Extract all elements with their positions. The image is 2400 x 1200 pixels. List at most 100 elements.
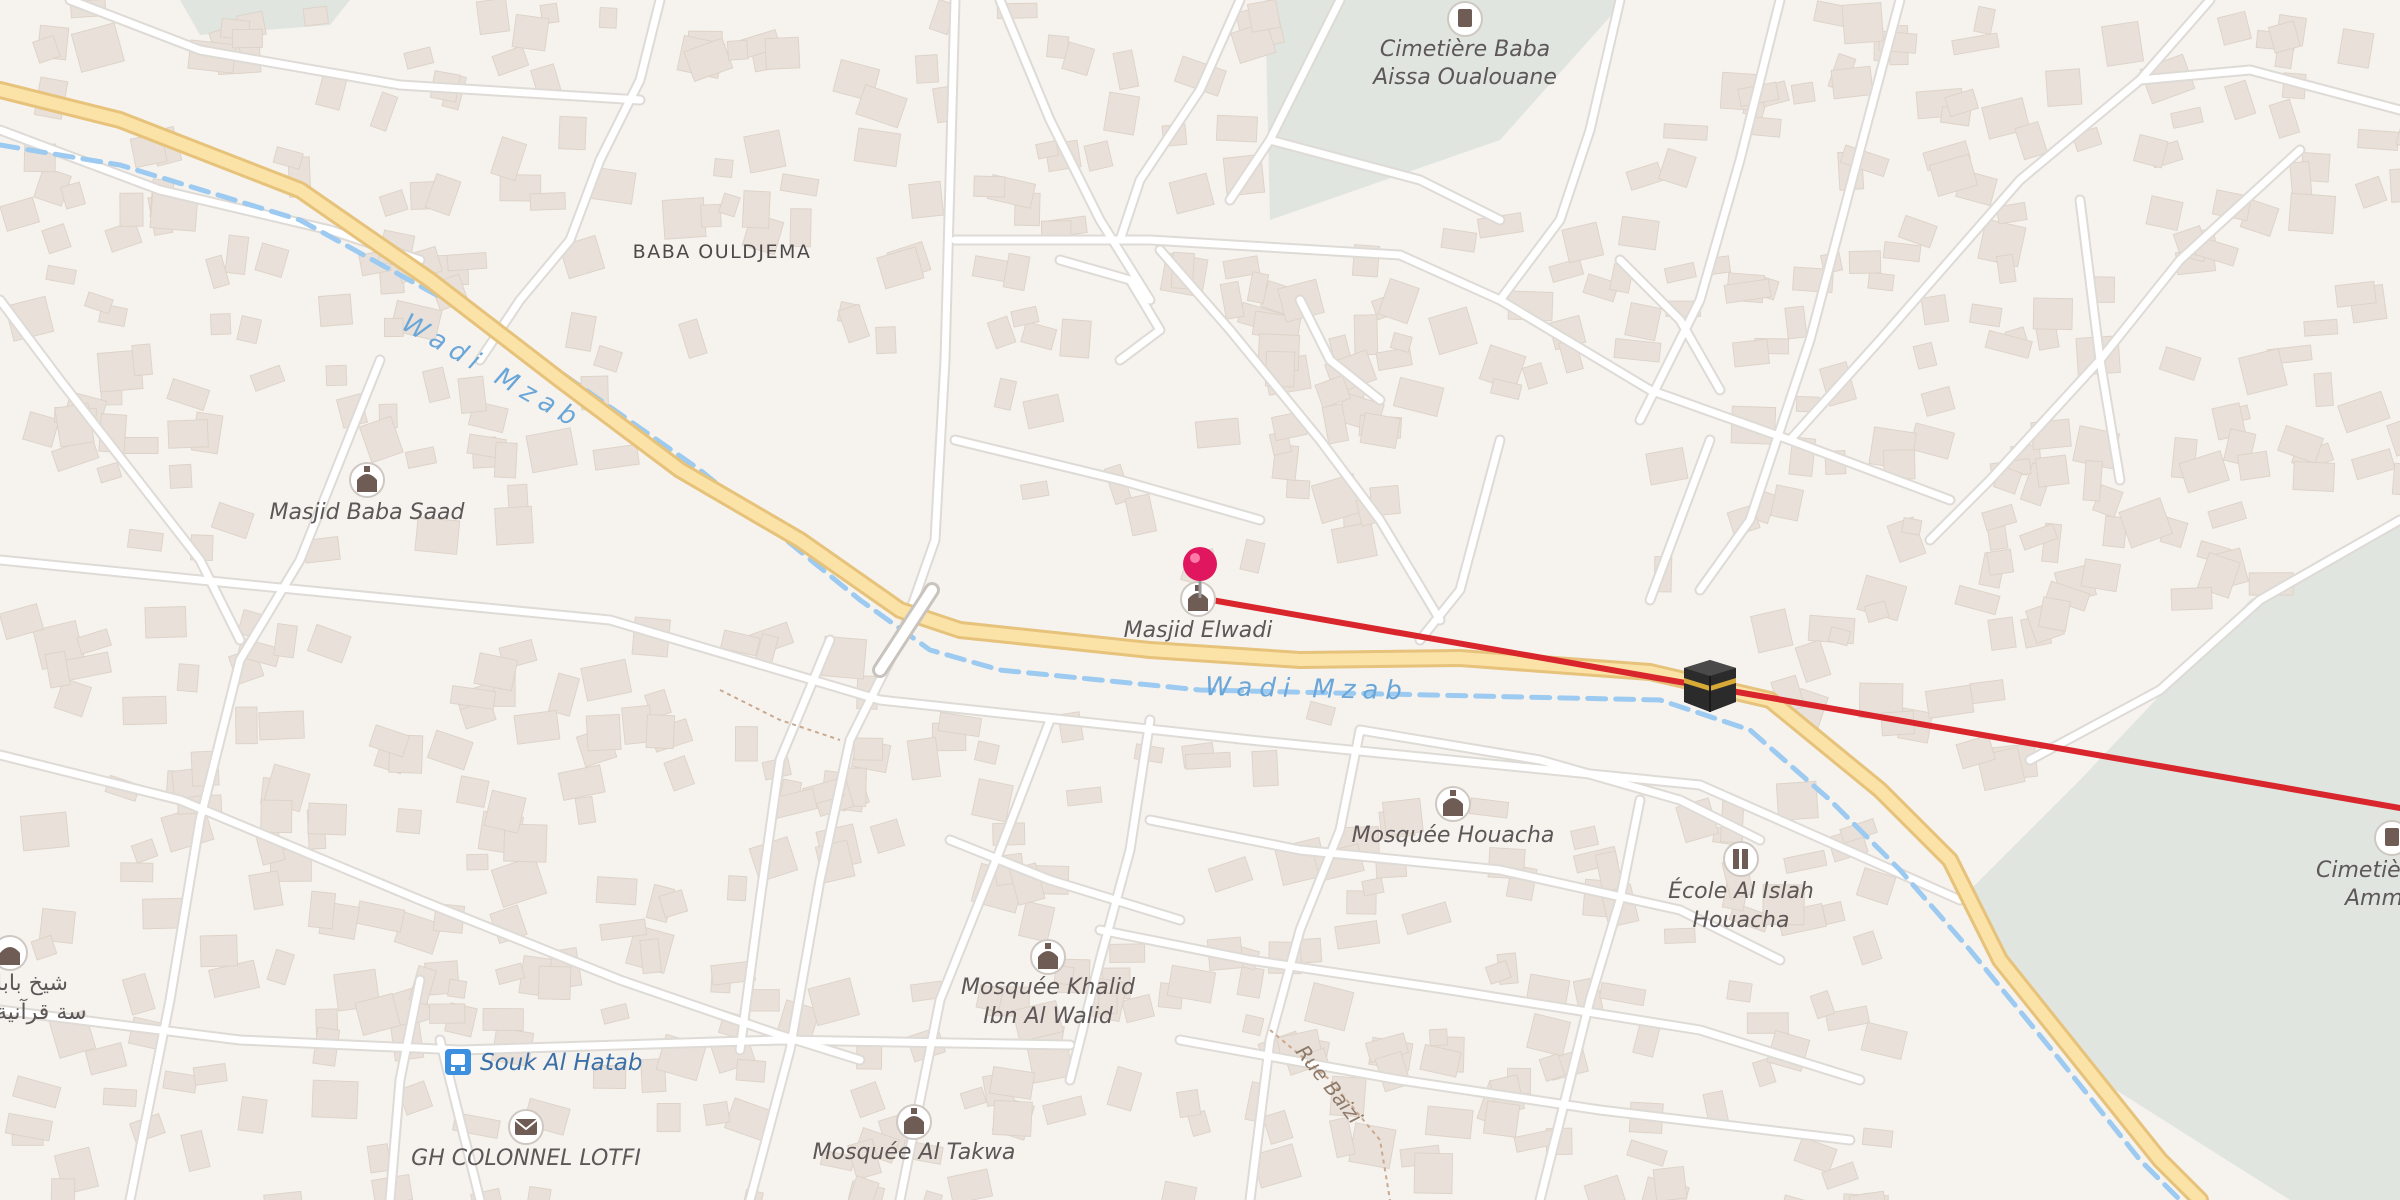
building <box>302 5 330 27</box>
building <box>702 1100 731 1126</box>
kaaba-icon[interactable] <box>1684 660 1736 712</box>
building <box>2034 454 2070 488</box>
poi-label: École Al Islah <box>1668 878 1814 904</box>
building <box>1645 447 1689 486</box>
poi-label: Ammi <box>2343 886 2400 911</box>
poi-label: شيخ بابا <box>0 971 68 996</box>
building <box>317 293 354 327</box>
building <box>537 965 572 1001</box>
building <box>1663 123 1709 141</box>
building <box>992 1099 1033 1137</box>
building <box>19 811 70 852</box>
building <box>1784 305 1808 340</box>
building <box>2236 450 2271 481</box>
building <box>168 463 193 489</box>
building <box>1920 294 1950 326</box>
building <box>1359 412 1401 449</box>
building <box>167 419 209 449</box>
building <box>429 1003 466 1024</box>
building <box>973 740 1000 765</box>
building <box>2337 28 2375 69</box>
building <box>585 713 622 752</box>
poi-label: Masjid Elwadi <box>1124 618 1273 643</box>
building <box>2032 297 2074 331</box>
building <box>2100 20 2145 67</box>
building <box>1652 1165 1688 1200</box>
building <box>574 795 597 825</box>
building <box>558 115 587 151</box>
building <box>1103 91 1141 136</box>
building <box>1924 684 1975 719</box>
building <box>102 1087 138 1108</box>
building <box>734 726 758 762</box>
building <box>1830 65 1874 100</box>
building <box>1769 484 1805 522</box>
building <box>1428 1028 1449 1047</box>
map-canvas[interactable]: BABA OULDJEMA Wadi Mzab Wadi Mzab Rue Ba… <box>0 0 2400 1200</box>
building <box>656 1102 681 1133</box>
building <box>2216 10 2253 46</box>
building <box>661 197 707 240</box>
building <box>121 436 159 455</box>
building <box>396 807 423 835</box>
building <box>1726 980 1753 1003</box>
poi-label: Souk Al Hatab <box>480 1050 642 1076</box>
building <box>1251 749 1279 788</box>
poi-label: Mosquée Al Takwa <box>813 1140 1016 1165</box>
building <box>1348 1122 1397 1170</box>
building <box>2288 192 2337 235</box>
poi-label: Houacha <box>1693 908 1790 933</box>
building <box>1215 114 1258 143</box>
building <box>311 1079 359 1120</box>
building <box>875 326 897 355</box>
building <box>525 427 578 474</box>
building <box>513 709 561 745</box>
building <box>1482 1100 1521 1138</box>
building <box>235 706 258 745</box>
building <box>1561 221 1605 264</box>
building <box>209 313 232 336</box>
building <box>1987 616 2017 651</box>
building <box>906 736 942 781</box>
building <box>598 7 618 29</box>
building <box>1065 786 1103 807</box>
building <box>176 663 200 693</box>
building <box>231 28 263 49</box>
building <box>1663 927 1696 944</box>
building <box>726 39 749 61</box>
building <box>482 1007 524 1032</box>
poi-label: Cimetière Baba <box>1380 37 1550 62</box>
building <box>1790 81 1816 105</box>
building <box>989 1065 1036 1100</box>
building <box>645 714 676 750</box>
district-label-baba-ouldjema: BABA OULDJEMA <box>633 241 812 263</box>
river-label-lower: Wadi Mzab <box>1205 672 1409 706</box>
building <box>2037 596 2072 632</box>
school-icon <box>1723 841 1759 877</box>
building <box>1901 517 1923 536</box>
building <box>1413 1152 1454 1195</box>
building <box>2334 280 2377 308</box>
building <box>1861 1127 1894 1148</box>
poi-label: Masjid Baba Saad <box>269 500 465 525</box>
building <box>1731 338 1771 368</box>
building <box>735 1058 767 1083</box>
building <box>307 890 337 930</box>
building <box>973 175 1006 198</box>
building <box>119 192 144 227</box>
building <box>1424 1105 1474 1140</box>
building <box>713 158 734 178</box>
building <box>2389 167 2400 203</box>
building <box>493 441 518 479</box>
building <box>595 876 638 906</box>
building <box>2045 68 2083 108</box>
building <box>1969 679 2006 705</box>
building <box>466 853 489 871</box>
building <box>2080 558 2122 593</box>
building <box>446 978 468 999</box>
building <box>1867 271 1895 292</box>
building <box>908 180 945 219</box>
building <box>144 605 187 639</box>
building <box>446 251 488 272</box>
building <box>2303 318 2339 337</box>
